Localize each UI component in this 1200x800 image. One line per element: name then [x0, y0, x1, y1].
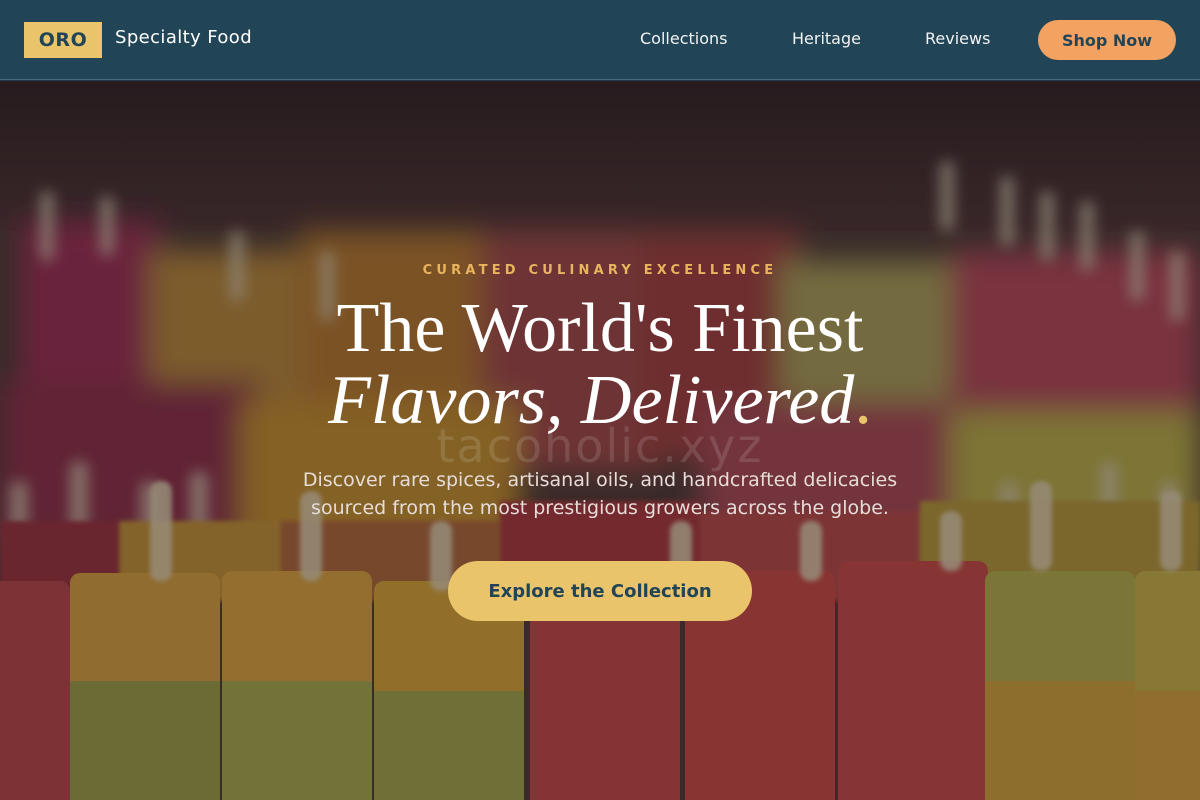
nav-link-reviews[interactable]: Reviews: [925, 29, 990, 48]
subtitle-line-1: Discover rare spices, artisanal oils, an…: [302, 469, 898, 491]
watermark: tacoholic.xyz: [436, 419, 764, 473]
subtitle-line-2: sourced from the most prestigious grower…: [311, 497, 889, 519]
hero-subtitle: Discover rare spices, artisanal oils, an…: [0, 466, 1200, 522]
brand-name[interactable]: Specialty Food: [115, 27, 252, 48]
hero-eyebrow: CURATED CULINARY EXCELLENCE: [422, 263, 778, 278]
nav-link-heritage[interactable]: Heritage: [792, 29, 861, 48]
logo-badge[interactable]: ORO: [24, 22, 102, 58]
hero-section: CURATED CULINARY EXCELLENCE The World's …: [0, 81, 1200, 800]
explore-collection-button[interactable]: Explore the Collection: [448, 561, 752, 621]
headline-line-1: The World's Finest: [336, 290, 864, 367]
hero-headline: The World's Finest Flavors, Delivered.: [0, 293, 1200, 437]
shop-now-button[interactable]: Shop Now: [1038, 20, 1176, 60]
nav-link-collections[interactable]: Collections: [640, 29, 727, 48]
top-nav: ORO Specialty Food Collections Heritage …: [0, 0, 1200, 80]
